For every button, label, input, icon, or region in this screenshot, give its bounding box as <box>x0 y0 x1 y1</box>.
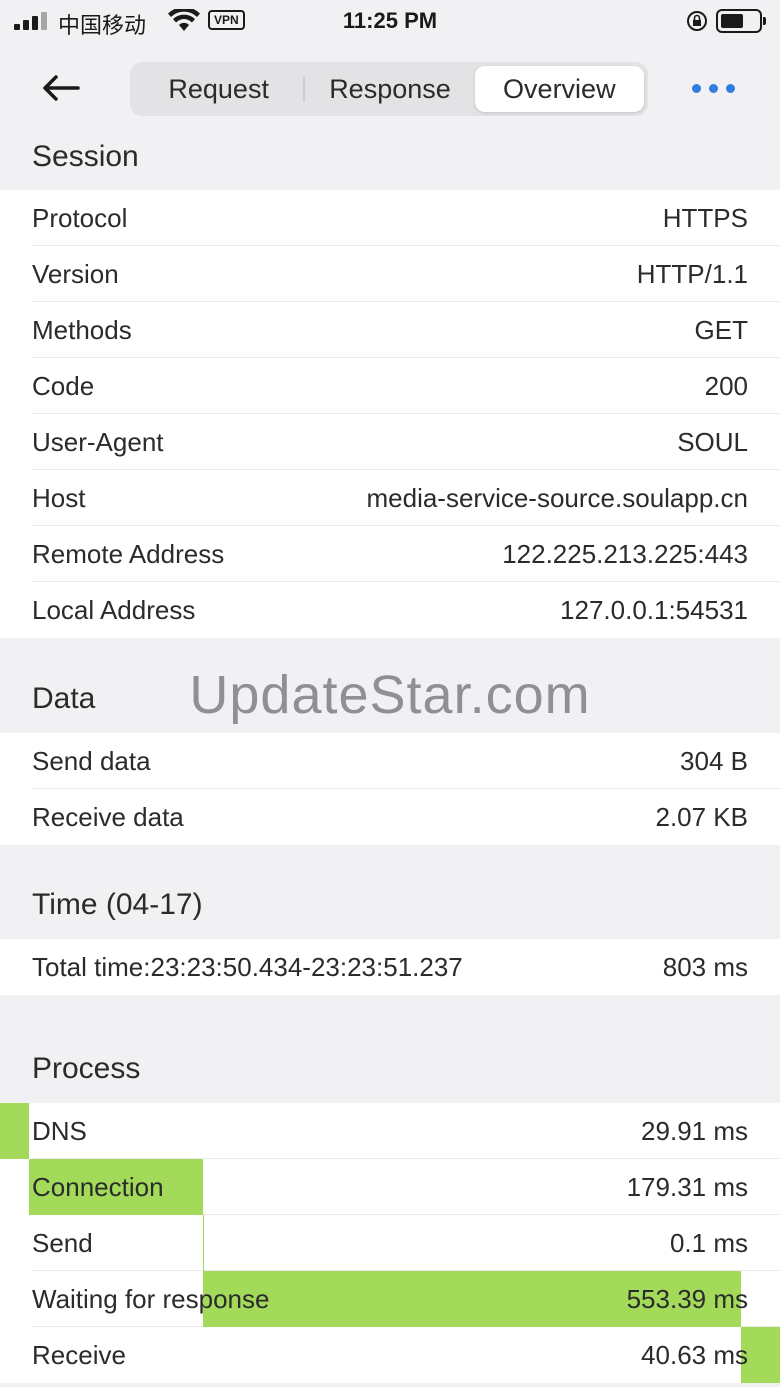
session-key: Protocol <box>32 202 128 233</box>
time-list: Total time:23:23:50.434-23:23:51.237 803 … <box>0 939 780 995</box>
session-key: Methods <box>32 314 132 345</box>
watermark: UpdateStar.com <box>189 665 591 725</box>
session-row: User-Agent SOUL <box>0 414 780 470</box>
tab-overview[interactable]: Overview <box>474 66 644 112</box>
session-key: Version <box>32 258 119 289</box>
session-value: SOUL <box>677 426 748 457</box>
data-row: Receive data 2.07 KB <box>0 789 780 845</box>
process-list: DNS 29.91 ms Connection 179.31 ms Send 0.1 ms… <box>0 1103 780 1383</box>
session-list: Protocol HTTPS Version HTTP/1.1 Methods GET Co… <box>0 190 780 638</box>
process-key: Send <box>32 1227 93 1258</box>
session-row: Version HTTP/1.1 <box>0 246 780 302</box>
session-row: Code 200 <box>0 358 780 414</box>
status-bar: 中国移动 VPN 11:25 PM <box>0 0 780 44</box>
process-row: Receive 40.63 ms <box>0 1327 780 1383</box>
session-value: 127.0.0.1:54531 <box>560 594 748 625</box>
process-key: Receive <box>32 1339 126 1370</box>
session-key: Remote Address <box>32 538 225 569</box>
process-key: Waiting for response <box>32 1283 270 1314</box>
session-row: Local Address 127.0.0.1:54531 <box>0 582 780 638</box>
session-row: Host media-service-source.soulapp.cn <box>0 470 780 526</box>
session-value: media-service-source.soulapp.cn <box>366 482 748 513</box>
data-list: Send data 304 B Receive data 2.07 KB <box>0 733 780 845</box>
session-row: Protocol HTTPS <box>0 190 780 246</box>
data-key: Receive data <box>32 801 184 832</box>
process-key: DNS <box>32 1115 87 1146</box>
session-row: Methods GET <box>0 302 780 358</box>
data-row: Send data 304 B <box>0 733 780 789</box>
process-key: Connection <box>32 1171 164 1202</box>
process-row: Send 0.1 ms <box>0 1215 780 1271</box>
back-arrow-icon[interactable] <box>36 68 86 108</box>
data-value: 304 B <box>680 745 748 776</box>
session-value: HTTPS <box>662 202 748 233</box>
process-value: 0.1 ms <box>669 1227 748 1258</box>
segmented-tabs: Request Response Overview <box>130 62 648 116</box>
process-row: Waiting for response 553.39 ms <box>0 1271 780 1327</box>
session-value: HTTP/1.1 <box>636 258 748 289</box>
nav-bar: Request Response Overview <box>0 54 780 124</box>
more-icon[interactable] <box>686 78 740 98</box>
time-value: 803 ms <box>662 951 748 982</box>
tab-request[interactable]: Request <box>134 66 303 112</box>
tab-response[interactable]: Response <box>305 66 474 112</box>
process-value: 553.39 ms <box>626 1283 748 1314</box>
session-value: 200 <box>704 370 748 401</box>
session-key: User-Agent <box>32 426 164 457</box>
process-row: Connection 179.31 ms <box>0 1159 780 1215</box>
session-row: Remote Address 122.225.213.225:443 <box>0 526 780 582</box>
session-value: GET <box>694 314 748 345</box>
time-row: Total time:23:23:50.434-23:23:51.237 803 … <box>0 939 780 995</box>
time-key: Total time:23:23:50.434-23:23:51.237 <box>32 951 463 982</box>
session-key: Code <box>32 370 95 401</box>
data-key: Send data <box>32 745 151 776</box>
process-value: 29.91 ms <box>641 1115 748 1146</box>
orientation-lock-icon <box>687 11 707 31</box>
process-value: 40.63 ms <box>641 1339 748 1370</box>
session-key: Host <box>32 482 86 513</box>
clock: 11:25 PM <box>342 8 438 33</box>
session-value: 122.225.213.225:443 <box>502 538 748 569</box>
data-value: 2.07 KB <box>655 801 748 832</box>
process-row: DNS 29.91 ms <box>0 1103 780 1159</box>
session-key: Local Address <box>32 594 196 625</box>
section-title-time: Time (04-17) <box>32 888 203 921</box>
process-value: 179.31 ms <box>626 1171 748 1202</box>
section-title-process: Process <box>32 1052 141 1085</box>
battery-icon <box>716 9 766 33</box>
timing-bar <box>0 1103 30 1159</box>
section-title-session: Session <box>32 140 139 173</box>
